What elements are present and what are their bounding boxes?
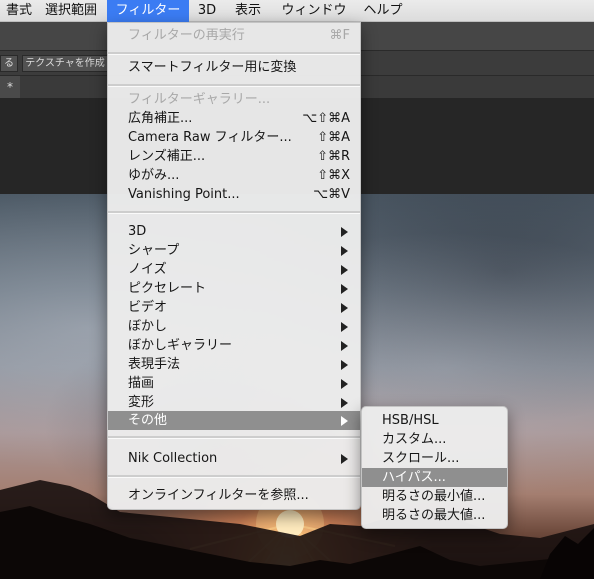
menu-item-lens-correction[interactable]: レンズ補正... ⇧⌘R: [108, 147, 360, 166]
triangle-right-icon: [341, 303, 348, 313]
menu-item-label: その他: [128, 413, 168, 428]
menu-help[interactable]: ヘルプ: [355, 0, 411, 22]
menu-item-label: 表現手法: [128, 357, 181, 372]
menu-item-label: 3D: [128, 224, 147, 239]
menu-item-shortcut: ⇧⌘X: [317, 168, 350, 183]
menu-item-noise[interactable]: ノイズ: [108, 260, 360, 279]
menu-item-liquify[interactable]: ゆがみ... ⇧⌘X: [108, 166, 360, 185]
menu-item-shortcut: ⇧⌘A: [317, 130, 350, 145]
menu-item-label: フィルターギャラリー...: [128, 92, 271, 107]
menu-item-label: 変形: [128, 395, 155, 410]
triangle-right-icon: [341, 322, 348, 332]
menu-item-pixelate[interactable]: ピクセレート: [108, 279, 360, 298]
menu-item-convert-smart-filter[interactable]: スマートフィルター用に変換: [108, 58, 360, 77]
menu-separator: [108, 475, 360, 478]
menu-item-label: ゆがみ...: [128, 168, 180, 183]
triangle-right-icon: [341, 416, 348, 426]
submenu-item-minimum[interactable]: 明るさの最小値...: [362, 487, 507, 506]
menu-item-repeat-filter[interactable]: フィルターの再実行 ⌘F: [108, 26, 360, 45]
menu-item-shortcut: ⌥⇧⌘A: [302, 111, 350, 126]
menu-item-shortcut: ⌥⌘V: [313, 187, 350, 202]
menu-item-shortcut: ⌘F: [329, 28, 350, 43]
menu-item-label: ぼかしギャラリー: [128, 338, 233, 353]
menu-window[interactable]: ウィンドウ: [276, 0, 352, 22]
submenu-item-hsb-hsl[interactable]: HSB/HSL: [362, 411, 507, 430]
triangle-right-icon: [341, 284, 348, 294]
submenu-item-maximum[interactable]: 明るさの最大値...: [362, 506, 507, 525]
menu-item-blur[interactable]: ぼかし: [108, 317, 360, 336]
menu-item-filter-gallery[interactable]: フィルターギャラリー...: [108, 90, 360, 109]
menu-3d[interactable]: 3D: [192, 0, 222, 22]
triangle-right-icon: [341, 246, 348, 256]
other-submenu: HSB/HSL カスタム... スクロール... ハイパス... 明るさの最小値…: [361, 406, 508, 529]
menu-item-blur-gallery[interactable]: ぼかしギャラリー: [108, 336, 360, 355]
menu-item-label: シャープ: [128, 243, 180, 258]
menu-item-render[interactable]: 描画: [108, 374, 360, 393]
menu-separator: [108, 211, 360, 214]
document-tab[interactable]: *: [0, 76, 20, 98]
menu-separator: [108, 84, 360, 87]
menu-item-label: オンラインフィルターを参照...: [128, 488, 309, 503]
submenu-item-label: カスタム...: [382, 432, 447, 447]
submenu-item-label: スクロール...: [382, 451, 460, 466]
menu-item-label: レンズ補正...: [128, 149, 206, 164]
menu-item-label: Vanishing Point...: [128, 187, 240, 202]
submenu-item-custom[interactable]: カスタム...: [362, 430, 507, 449]
menu-bar: 書式 選択範囲 フィルター 3D 表示 ウィンドウ ヘルプ: [0, 0, 594, 22]
menu-item-video[interactable]: ビデオ: [108, 298, 360, 317]
menu-item-sharpen[interactable]: シャープ: [108, 241, 360, 260]
triangle-right-icon: [341, 360, 348, 370]
menu-separator: [108, 436, 360, 439]
menu-separator: [108, 52, 360, 55]
triangle-right-icon: [341, 398, 348, 408]
menu-item-3d[interactable]: 3D: [108, 222, 360, 241]
menu-item-adaptive-wide-angle[interactable]: 広角補正... ⌥⇧⌘A: [108, 109, 360, 128]
menu-item-distort[interactable]: 変形: [108, 393, 360, 412]
triangle-right-icon: [341, 341, 348, 351]
submenu-item-label: HSB/HSL: [382, 413, 439, 428]
triangle-right-icon: [341, 227, 348, 237]
menu-item-label: フィルターの再実行: [128, 28, 245, 43]
triangle-right-icon: [341, 265, 348, 275]
menu-item-label: Nik Collection: [128, 451, 218, 466]
menu-item-other[interactable]: その他: [108, 411, 360, 430]
menu-item-shortcut: ⇧⌘R: [317, 149, 350, 164]
submenu-item-label: ハイパス...: [382, 470, 446, 485]
submenu-item-high-pass[interactable]: ハイパス...: [362, 468, 507, 487]
menu-item-label: ぼかし: [128, 319, 168, 334]
menu-select[interactable]: 選択範囲: [38, 0, 104, 22]
menu-item-camera-raw[interactable]: Camera Raw フィルター... ⇧⌘A: [108, 128, 360, 147]
submenu-item-offset[interactable]: スクロール...: [362, 449, 507, 468]
submenu-item-label: 明るさの最大値...: [382, 508, 486, 523]
menu-item-label: スマートフィルター用に変換: [128, 60, 297, 75]
menu-item-label: ノイズ: [128, 262, 167, 277]
menu-item-label: 描画: [128, 376, 155, 391]
menu-item-stylize[interactable]: 表現手法: [108, 355, 360, 374]
menu-item-browse-online-filters[interactable]: オンラインフィルターを参照...: [108, 486, 360, 505]
menu-item-vanishing-point[interactable]: Vanishing Point... ⌥⌘V: [108, 185, 360, 204]
menu-filter[interactable]: フィルター: [107, 0, 189, 22]
menu-format[interactable]: 書式: [0, 0, 38, 22]
triangle-right-icon: [341, 379, 348, 389]
menu-item-label: Camera Raw フィルター...: [128, 130, 292, 145]
menu-item-label: ビデオ: [128, 300, 168, 315]
filter-dropdown-menu: フィルターの再実行 ⌘F スマートフィルター用に変換 フィルターギャラリー...…: [107, 22, 361, 510]
create-texture-button[interactable]: テクスチャを作成: [22, 55, 108, 72]
menu-view[interactable]: 表示: [226, 0, 270, 22]
menu-item-nik-collection[interactable]: Nik Collection: [108, 449, 360, 468]
submenu-item-label: 明るさの最小値...: [382, 489, 486, 504]
triangle-right-icon: [341, 454, 348, 464]
menu-item-label: 広角補正...: [128, 111, 193, 126]
options-button[interactable]: る: [0, 55, 18, 72]
menu-item-label: ピクセレート: [128, 281, 207, 296]
